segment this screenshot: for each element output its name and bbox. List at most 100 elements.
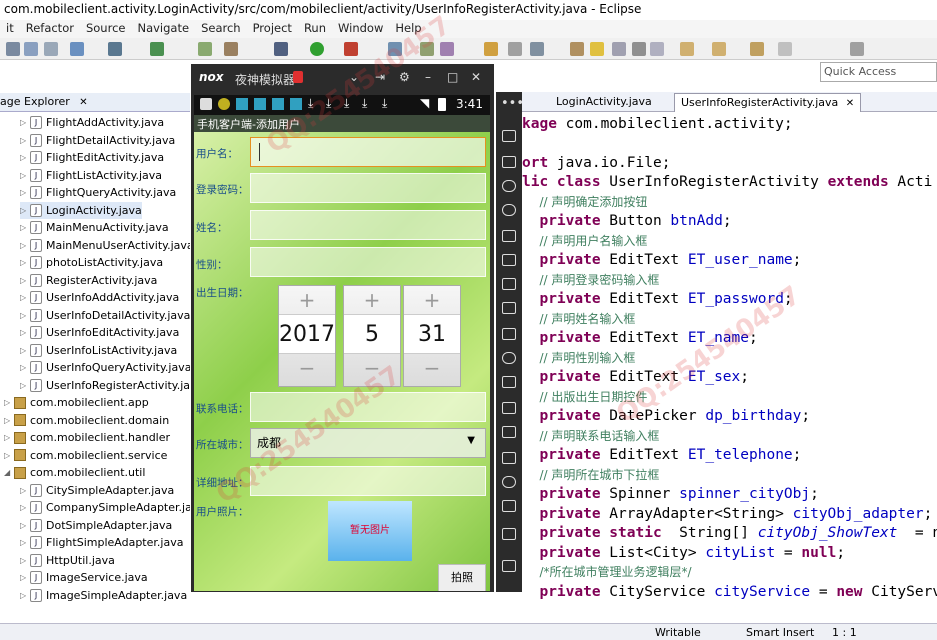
- expand-arrow-icon[interactable]: ▷: [20, 521, 30, 530]
- debug-icon[interactable]: [274, 42, 288, 56]
- external-tools-icon[interactable]: [344, 42, 358, 56]
- menu-run[interactable]: Run: [298, 20, 332, 38]
- tab-userinfo-register-activity[interactable]: UserInfoRegisterActivity.java ✕: [674, 93, 862, 112]
- tree-package-item[interactable]: ▷ com.mobileclient.app: [4, 394, 149, 411]
- tree-file-item[interactable]: ▷ J FlightAddActivity.java: [20, 114, 164, 131]
- pin-icon[interactable]: ⇥: [375, 70, 385, 84]
- video-icon[interactable]: [502, 402, 516, 414]
- decrement-year-button[interactable]: −: [279, 354, 335, 382]
- expand-arrow-icon[interactable]: ▷: [4, 451, 14, 460]
- tree-file-item[interactable]: ▷ J CitySimpleAdapter.java: [20, 482, 174, 499]
- tree-file-item[interactable]: ▷ J ImageSimpleAdapter.java: [20, 587, 187, 604]
- expand-arrow-icon[interactable]: ▷: [20, 328, 30, 337]
- recent-apps-icon[interactable]: [502, 560, 516, 572]
- sex-input[interactable]: [250, 247, 486, 277]
- screenshot-icon[interactable]: [502, 376, 516, 388]
- tree-file-item[interactable]: ▷ J MainMenuUserActivity.java: [20, 237, 190, 254]
- expand-arrow-icon[interactable]: ▷: [20, 538, 30, 547]
- month-value[interactable]: 5: [344, 314, 400, 354]
- expand-arrow-icon[interactable]: ▷: [20, 503, 30, 512]
- increment-year-button[interactable]: +: [279, 286, 335, 314]
- build-icon[interactable]: [108, 42, 122, 56]
- tree-file-item[interactable]: ▷ J UserInfoEditActivity.java: [20, 324, 179, 341]
- tree-file-item[interactable]: ▷ J LoginActivity.java: [20, 201, 142, 219]
- more-icon[interactable]: •••: [501, 96, 524, 111]
- location-icon[interactable]: [502, 204, 516, 216]
- expand-arrow-icon[interactable]: ▷: [20, 573, 30, 582]
- annotation-icon[interactable]: [570, 42, 584, 56]
- pilcrow-icon[interactable]: [650, 42, 664, 56]
- expand-arrow-icon[interactable]: ▷: [20, 241, 30, 250]
- minimize-icon[interactable]: –: [425, 70, 431, 84]
- menu-search[interactable]: Search: [195, 20, 247, 38]
- mark-occurrences-icon[interactable]: [590, 42, 604, 56]
- android-sdk-icon[interactable]: [198, 42, 212, 56]
- address-input[interactable]: [250, 466, 486, 496]
- day-picker[interactable]: + 31 −: [403, 285, 461, 387]
- expand-arrow-icon[interactable]: ▷: [20, 556, 30, 565]
- avd-icon[interactable]: [224, 42, 238, 56]
- tree-file-item[interactable]: ▷ J DotSimpleAdapter.java: [20, 517, 172, 534]
- expand-arrow-icon[interactable]: ▷: [4, 433, 14, 442]
- increment-day-button[interactable]: +: [404, 286, 460, 314]
- password-input[interactable]: [250, 173, 486, 203]
- tree-package-item[interactable]: ◢ com.mobileclient.util: [4, 464, 145, 481]
- gear-icon[interactable]: ⚙: [399, 70, 410, 84]
- quick-access-input[interactable]: Quick Access: [820, 62, 937, 82]
- photo-preview[interactable]: 暂无图片: [328, 501, 412, 561]
- expand-arrow-icon[interactable]: ▷: [20, 188, 30, 197]
- block-selection-icon[interactable]: [632, 42, 646, 56]
- menu-project[interactable]: Project: [247, 20, 298, 38]
- tree-file-item[interactable]: ▷ J CompanySimpleAdapter.java: [20, 499, 190, 516]
- decrement-month-button[interactable]: −: [344, 354, 400, 382]
- tree-package-item[interactable]: ▷ com.mobileclient.service: [4, 447, 167, 464]
- menu-source[interactable]: Source: [80, 20, 132, 38]
- menu-navigate[interactable]: Navigate: [131, 20, 195, 38]
- chevron-down-icon[interactable]: ⌄: [349, 70, 359, 84]
- expand-arrow-icon[interactable]: ▷: [20, 311, 30, 320]
- search-icon[interactable]: [388, 42, 402, 56]
- tree-package-item[interactable]: ▷ com.mobileclient.domain: [4, 412, 169, 429]
- month-picker[interactable]: + 5 −: [343, 285, 401, 387]
- tree-file-item[interactable]: ▷ J UserInfoAddActivity.java: [20, 289, 179, 306]
- expand-arrow-icon[interactable]: ▷: [20, 153, 30, 162]
- menu-help[interactable]: Help: [389, 20, 427, 38]
- decrement-day-button[interactable]: −: [404, 354, 460, 382]
- check-icon[interactable]: [150, 42, 164, 56]
- apk-icon[interactable]: [502, 328, 516, 340]
- screen-icon[interactable]: [502, 230, 516, 242]
- prev-annotation-icon[interactable]: [712, 42, 726, 56]
- expand-arrow-icon[interactable]: ▷: [20, 486, 30, 495]
- expand-arrow-icon[interactable]: ▷: [20, 276, 30, 285]
- back-icon[interactable]: [750, 42, 764, 56]
- username-input[interactable]: [250, 137, 486, 167]
- phone-icon[interactable]: [502, 130, 516, 142]
- year-value[interactable]: 2017: [279, 314, 335, 354]
- maximize-icon[interactable]: □: [447, 70, 458, 84]
- package-explorer-tab[interactable]: age Explorer ✕: [0, 93, 190, 112]
- expand-arrow-icon[interactable]: ▷: [20, 293, 30, 302]
- new-package-icon[interactable]: [420, 42, 434, 56]
- increment-month-button[interactable]: +: [344, 286, 400, 314]
- forward-icon[interactable]: [778, 42, 792, 56]
- year-picker[interactable]: + 2017 −: [278, 285, 336, 387]
- expand-arrow-icon[interactable]: ▷: [4, 398, 14, 407]
- tree-file-item[interactable]: ▷ J FlightSimpleAdapter.java: [20, 534, 183, 551]
- volume-down-icon[interactable]: [502, 302, 516, 314]
- tree-file-item[interactable]: ▷ JphotoListActivity.java: [20, 254, 163, 271]
- take-photo-button[interactable]: 拍照: [438, 564, 486, 591]
- tree-file-item[interactable]: ▷ J MainMenuActivity.java: [20, 219, 169, 236]
- expand-arrow-icon[interactable]: ▷: [20, 118, 30, 127]
- volume-up-icon[interactable]: [502, 278, 516, 290]
- tree-file-item[interactable]: ▷ J FlightEditActivity.java: [20, 149, 164, 166]
- close-icon[interactable]: ✕: [79, 97, 87, 108]
- close-icon[interactable]: ✕: [471, 70, 481, 84]
- expand-arrow-icon[interactable]: ▷: [20, 381, 30, 390]
- scissors-icon[interactable]: [502, 180, 516, 192]
- expand-arrow-icon[interactable]: ▷: [20, 171, 30, 180]
- tree-file-item[interactable]: ▷ J UserInfoListActivity.java: [20, 342, 177, 359]
- code-editor[interactable]: kage com.mobileclient.activity; ort java…: [522, 113, 937, 623]
- expand-arrow-icon[interactable]: ▷: [20, 223, 30, 232]
- menu-refactor[interactable]: Refactor: [20, 20, 80, 38]
- menu-edit[interactable]: it: [0, 20, 20, 38]
